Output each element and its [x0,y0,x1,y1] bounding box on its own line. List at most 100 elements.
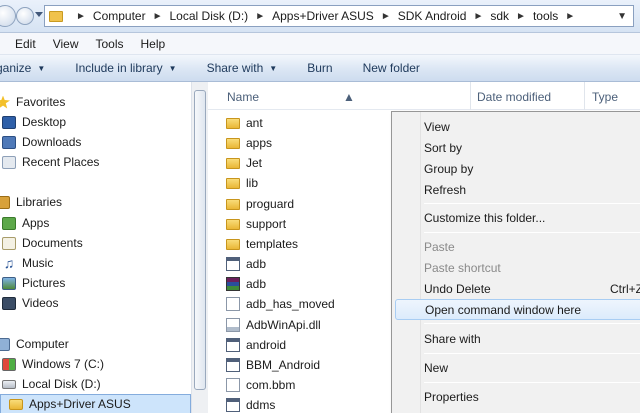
folder-icon [226,238,240,250]
column-date-modified[interactable]: Date modified [477,90,551,104]
file-name: ddms [246,398,276,412]
batch-file-icon [226,338,240,352]
menu-tools[interactable]: Tools [95,37,123,51]
file-name: android [246,338,287,352]
menu-separator [424,382,640,383]
list-item[interactable]: templates [226,234,298,254]
menu-separator [424,353,640,354]
nav-apps[interactable]: Apps [2,213,49,233]
star-icon [0,95,10,109]
folder-icon [226,198,240,210]
breadcrumb-tools[interactable]: tools [533,9,558,23]
column-divider[interactable] [470,82,471,110]
ctx-paste-shortcut: Paste shortcut [395,257,640,278]
chevron-right-icon[interactable]: ► [381,11,391,22]
explorer-window: ► Computer ► Local Disk (D:) ► Apps+Driv… [0,0,640,413]
nav-scrollbar-thumb[interactable] [194,90,206,390]
breadcrumb-sdk-android[interactable]: SDK Android [398,9,467,23]
nav-windows7-drive[interactable]: Windows 7 (C:) [2,354,104,374]
breadcrumb-sdk[interactable]: sdk [490,9,509,23]
file-name: support [246,217,287,231]
nav-appsdriver-label: Apps+Driver ASUS [29,397,131,411]
column-divider[interactable] [584,82,585,110]
caret-down-icon: ▼ [168,63,177,73]
chevron-right-icon[interactable]: ► [255,11,265,22]
back-button[interactable] [0,5,16,27]
list-item[interactable]: apps [226,133,272,153]
ctx-sort-by[interactable]: Sort by [395,137,640,158]
list-item[interactable]: adb_has_moved [226,294,335,314]
nav-computer[interactable]: Computer [0,334,69,354]
list-item[interactable]: ant [226,113,263,133]
ctx-refresh[interactable]: Refresh [395,179,640,200]
documents-icon [2,236,16,250]
nav-recent-places[interactable]: Recent Places [2,152,99,172]
menu-edit[interactable]: Edit [15,37,36,51]
file-name: adb [246,257,267,271]
list-item[interactable]: adb [226,274,266,294]
organize-button[interactable]: rganize ▼ [0,61,45,75]
ctx-group-by[interactable]: Group by [395,158,640,179]
address-dropdown-icon[interactable]: ▼ [617,11,627,22]
menu-separator [424,323,640,324]
nav-music[interactable]: ♫ Music [2,253,54,273]
context-menu: View Sort by Group by Refresh Customize … [391,111,640,413]
list-item[interactable]: android [226,335,286,355]
chevron-right-icon[interactable]: ► [473,11,483,22]
list-item[interactable]: BBM_Android [226,355,320,375]
nav-downloads[interactable]: Downloads [2,132,81,152]
forward-button[interactable] [16,7,34,25]
ctx-view[interactable]: View [395,116,640,137]
nav-videos[interactable]: Videos [2,293,58,313]
ctx-view-label: View [424,119,450,134]
column-type[interactable]: Type [592,90,618,104]
menu-view[interactable]: View [53,37,79,51]
address-bar[interactable]: ► Computer ► Local Disk (D:) ► Apps+Driv… [44,5,634,27]
nav-local-disk-d[interactable]: Local Disk (D:) [2,374,101,394]
nav-scrollbar[interactable] [191,82,208,413]
nav-favorites[interactable]: Favorites [0,92,65,112]
share-with-button[interactable]: Share with ▼ [207,61,278,75]
breadcrumb-local-disk[interactable]: Local Disk (D:) [170,9,249,23]
folder-icon [226,117,240,129]
file-name: templates [246,237,299,251]
breadcrumb-apps-driver[interactable]: Apps+Driver ASUS [272,9,374,23]
recent-pages-dropdown-icon[interactable] [35,12,43,17]
chevron-right-icon[interactable]: ► [76,11,86,22]
ctx-undo-delete[interactable]: Undo Delete Ctrl+Z [395,278,640,299]
nav-apps-driver-asus[interactable]: Apps+Driver ASUS [0,394,191,413]
list-item[interactable]: support [226,214,286,234]
recent-places-icon [2,155,16,169]
menu-separator [424,203,640,204]
list-item[interactable]: lib [226,173,258,193]
list-item[interactable]: ddms [226,395,275,413]
ctx-properties[interactable]: Properties [395,386,640,407]
ctx-share-with[interactable]: Share with [395,328,640,349]
list-item[interactable]: com.bbm [226,375,295,395]
ctx-open-command-window[interactable]: Open command window here [395,299,640,320]
column-name[interactable]: Name [227,90,259,104]
chevron-right-icon[interactable]: ► [565,11,575,22]
nav-documents[interactable]: Documents [2,233,83,253]
include-in-library-button[interactable]: Include in library ▼ [75,61,176,75]
ctx-new[interactable]: New [395,357,640,378]
chevron-right-icon[interactable]: ► [153,11,163,22]
nav-libraries[interactable]: Libraries [0,192,62,212]
chevron-right-icon[interactable]: ► [516,11,526,22]
ctx-customize-label: Customize this folder... [424,210,546,225]
list-item[interactable]: AdbWinApi.dll [226,315,321,335]
new-folder-button[interactable]: New folder [363,61,420,75]
list-item[interactable]: Jet [226,153,262,173]
file-name: adb [246,277,267,291]
list-item[interactable]: adb [226,254,266,274]
ctx-customize-folder[interactable]: Customize this folder... [395,207,640,228]
nav-pictures[interactable]: Pictures [2,273,65,293]
breadcrumb-computer[interactable]: Computer [93,9,146,23]
file-name: com.bbm [246,378,296,392]
burn-button[interactable]: Burn [307,61,332,75]
ctx-groupby-label: Group by [424,161,474,176]
menu-help[interactable]: Help [141,37,166,51]
ctx-undo-shortcut: Ctrl+Z [610,281,640,296]
list-item[interactable]: proguard [226,194,294,214]
nav-desktop[interactable]: Desktop [2,112,66,132]
